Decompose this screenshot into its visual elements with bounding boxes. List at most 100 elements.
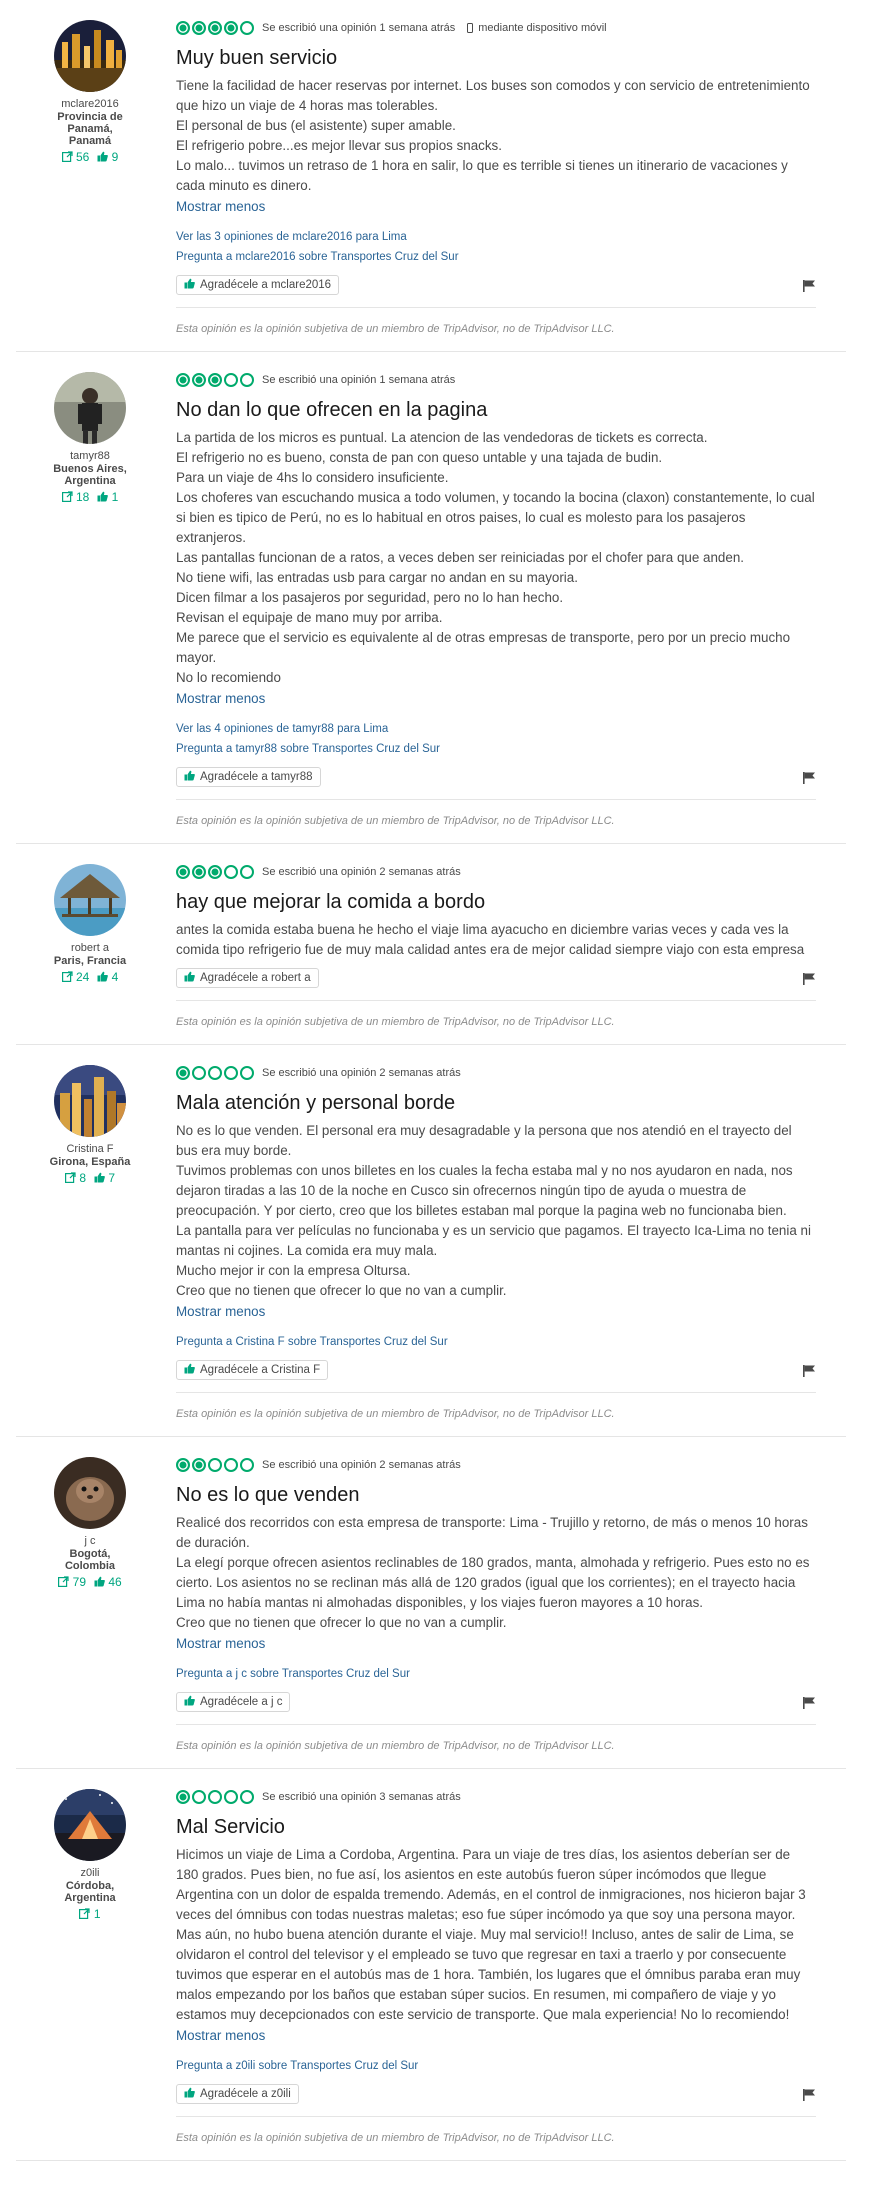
- review-meta: Se escribió una opinión 2 semanas atrás: [176, 1455, 816, 1475]
- thank-button[interactable]: Agradécele a Cristina F: [176, 1360, 329, 1380]
- avatar[interactable]: [54, 20, 126, 92]
- show-less-link[interactable]: Mostrar menos: [176, 2026, 816, 2046]
- username[interactable]: robert a: [16, 942, 164, 955]
- see-all-reviews-link[interactable]: Ver las 3 opiniones de mclare2016 para L…: [176, 227, 816, 247]
- rating-bubble-filled: [208, 865, 222, 879]
- review-title[interactable]: No es lo que venden: [176, 1483, 816, 1507]
- divider: [176, 1000, 816, 1001]
- rating-bubble-empty: [208, 1066, 222, 1080]
- review-title[interactable]: Mala atención y personal borde: [176, 1091, 816, 1115]
- divider: [176, 1392, 816, 1393]
- avatar-image: [54, 372, 126, 444]
- show-less-link[interactable]: Mostrar menos: [176, 1302, 816, 1322]
- thank-button[interactable]: Agradécele a tamyr88: [176, 767, 321, 787]
- avatar[interactable]: [54, 1789, 126, 1861]
- divider: [176, 1724, 816, 1725]
- rating-bubble-empty: [192, 1790, 206, 1804]
- ask-reviewer-link[interactable]: Pregunta a Cristina F sobre Transportes …: [176, 1332, 816, 1352]
- thank-button[interactable]: Agradécele a j c: [176, 1692, 291, 1712]
- member-info: Cristina F Girona, España 8 7: [16, 1063, 164, 1421]
- username[interactable]: j c: [16, 1535, 164, 1548]
- contributions-count: 79: [72, 1575, 86, 1589]
- review-title[interactable]: Muy buen servicio: [176, 46, 816, 70]
- username[interactable]: mclare2016: [16, 98, 164, 111]
- review-paragraph: Dicen filmar a los pasajeros por segurid…: [176, 590, 564, 605]
- review-paragraph: La elegí porque ofrecen asientos reclina…: [176, 1555, 810, 1610]
- avatar[interactable]: [54, 1065, 126, 1137]
- thank-row: Agradécele a z0ili: [176, 2076, 816, 2104]
- ask-reviewer-link[interactable]: Pregunta a mclare2016 sobre Transportes …: [176, 247, 816, 267]
- avatar[interactable]: [54, 1457, 126, 1529]
- show-less-link[interactable]: Mostrar menos: [176, 197, 816, 217]
- rating-bubble-empty: [224, 865, 238, 879]
- username[interactable]: Cristina F: [16, 1143, 164, 1156]
- thank-button[interactable]: Agradécele a robert a: [176, 968, 319, 988]
- thank-button[interactable]: Agradécele a mclare2016: [176, 275, 340, 295]
- report-flag-icon[interactable]: [802, 2088, 816, 2101]
- contributions-count: 56: [75, 150, 90, 164]
- report-flag-icon[interactable]: [802, 1696, 816, 1709]
- report-flag-icon[interactable]: [802, 771, 816, 784]
- thumbs-up-icon: [184, 2087, 200, 2101]
- thank-button[interactable]: Agradécele a z0ili: [176, 2084, 299, 2104]
- rating-bubble-empty: [224, 373, 238, 387]
- username[interactable]: tamyr88: [16, 450, 164, 463]
- ask-reviewer-link[interactable]: Pregunta a j c sobre Transportes Cruz de…: [176, 1664, 816, 1684]
- review-disclaimer: Esta opinión es la opinión subjetiva de …: [176, 323, 615, 335]
- rating-bubble-filled: [208, 373, 222, 387]
- contributions-count: 24: [75, 970, 90, 984]
- report-flag-icon[interactable]: [802, 1364, 816, 1377]
- review-body: Se escribió una opinión 2 semanas atrás h…: [164, 862, 846, 1029]
- review-date: Se escribió una opinión 1 semana atrás: [262, 22, 456, 34]
- see-all-reviews-link[interactable]: Ver las 4 opiniones de tamyr88 para Lima: [176, 719, 816, 739]
- user-location: Provincia de Panamá, Panamá: [57, 111, 123, 147]
- username[interactable]: z0ili: [16, 1867, 164, 1880]
- report-flag-icon[interactable]: [802, 972, 816, 985]
- thank-row: Agradécele a mclare2016: [176, 267, 816, 295]
- review-body: Se escribió una opinión 1 semana atrás No…: [164, 370, 846, 828]
- contributions-icon: [64, 1171, 79, 1185]
- ask-reviewer-link[interactable]: Pregunta a z0ili sobre Transportes Cruz …: [176, 2056, 816, 2076]
- contributions-icon: [61, 150, 76, 164]
- user-location: Paris, Francia: [53, 955, 127, 967]
- member-info: z0ili Córdoba, Argentina 1: [16, 1787, 164, 2145]
- reviews-list: mclare2016 Provincia de Panamá, Panamá 56…: [0, 0, 846, 2161]
- divider: [176, 2116, 816, 2117]
- rating-bubble-empty: [224, 1458, 238, 1472]
- ask-reviewer-link[interactable]: Pregunta a tamyr88 sobre Transportes Cru…: [176, 739, 816, 759]
- show-less-link[interactable]: Mostrar menos: [176, 1634, 816, 1654]
- review-paragraph: La partida de los micros es puntual. La …: [176, 430, 708, 445]
- helpful-votes-count: 9: [111, 150, 119, 164]
- review-card: tamyr88 Buenos Aires, Argentina 18 1 Se es…: [16, 352, 846, 844]
- rating-bubble-filled: [176, 865, 190, 879]
- mobile-phone-icon: [467, 23, 474, 33]
- review-paragraph: La pantalla para ver películas no funcio…: [176, 1223, 811, 1258]
- report-flag-icon[interactable]: [802, 279, 816, 292]
- show-less-link[interactable]: Mostrar menos: [176, 689, 816, 709]
- review-body: Se escribió una opinión 3 semanas atrás M…: [164, 1787, 846, 2145]
- review-paragraph: El personal de bus (el asistente) super …: [176, 118, 456, 133]
- rating-bubble-filled: [192, 21, 206, 35]
- rating-bubble-filled: [176, 1458, 190, 1472]
- thank-label: Agradécele a tamyr88: [200, 771, 313, 783]
- rating-bubble-filled: [176, 1790, 190, 1804]
- rating-bubbles: [176, 373, 254, 387]
- thumbs-up-icon: [184, 770, 200, 784]
- review-text: No es lo que venden. El personal era muy…: [176, 1121, 816, 1301]
- review-title[interactable]: Mal Servicio: [176, 1815, 816, 1839]
- avatar[interactable]: [54, 864, 126, 936]
- review-title[interactable]: No dan lo que ofrecen en la pagina: [176, 398, 816, 422]
- rating-bubble-filled: [208, 21, 222, 35]
- review-date: Se escribió una opinión 2 semanas atrás: [262, 1067, 461, 1079]
- review-card: robert a Paris, Francia 24 4 Se escribió u…: [16, 844, 846, 1045]
- review-date: Se escribió una opinión 2 semanas atrás: [262, 1459, 461, 1471]
- review-links: Pregunta a j c sobre Transportes Cruz de…: [176, 1664, 816, 1684]
- review-text: antes la comida estaba buena he hecho el…: [176, 920, 816, 960]
- review-title[interactable]: hay que mejorar la comida a bordo: [176, 890, 816, 914]
- avatar[interactable]: [54, 372, 126, 444]
- helpful-votes-count: 46: [108, 1575, 122, 1589]
- review-date: Se escribió una opinión 1 semana atrás: [262, 374, 456, 386]
- thumbs-up-icon: [184, 1695, 200, 1709]
- rating-bubbles: [176, 865, 254, 879]
- contributions-count: 1: [93, 1907, 101, 1921]
